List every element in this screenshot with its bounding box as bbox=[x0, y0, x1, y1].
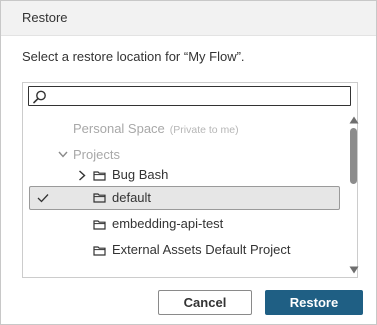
restore-dialog: Restore Select a restore location for “M… bbox=[0, 0, 377, 325]
tree-item-bug-bash[interactable]: Bug Bash bbox=[112, 163, 168, 187]
tree-item-label-default: default bbox=[112, 186, 151, 210]
folder-icon bbox=[93, 193, 106, 203]
location-tree-panel: Personal Space (Private to me) Projects B… bbox=[22, 82, 360, 278]
dialog-title: Restore bbox=[22, 10, 68, 25]
checkmark-icon bbox=[37, 194, 49, 203]
dialog-header: Restore bbox=[1, 1, 376, 36]
cancel-button[interactable]: Cancel bbox=[158, 290, 252, 315]
tree-item-label: Bug Bash bbox=[112, 167, 169, 182]
folder-icon bbox=[93, 246, 106, 256]
tree-item-embedding-api-test[interactable]: embedding-api-test bbox=[112, 212, 223, 236]
folder-icon bbox=[93, 220, 106, 230]
tree-item-label: External Assets Default Project bbox=[112, 242, 291, 257]
personal-space-label: Personal Space bbox=[73, 121, 165, 136]
scroll-down-icon[interactable] bbox=[349, 266, 359, 274]
search-input[interactable] bbox=[28, 86, 351, 106]
folder-icon bbox=[93, 171, 106, 181]
chevron-right-icon[interactable] bbox=[78, 170, 86, 181]
scroll-up-icon[interactable] bbox=[349, 116, 359, 124]
dialog-prompt: Select a restore location for “My Flow”. bbox=[22, 49, 245, 64]
search-icon bbox=[33, 90, 46, 104]
tree-item-external-assets-default-project[interactable]: External Assets Default Project bbox=[112, 238, 290, 262]
tree-item-label: embedding-api-test bbox=[112, 216, 224, 231]
chevron-down-icon[interactable] bbox=[58, 151, 68, 158]
scrollbar-thumb[interactable] bbox=[350, 128, 357, 184]
tree-item-default[interactable] bbox=[29, 186, 340, 210]
restore-button[interactable]: Restore bbox=[265, 290, 363, 315]
personal-space-hint: (Private to me) bbox=[169, 124, 239, 136]
tree-item-personal-space: Personal Space (Private to me) bbox=[73, 117, 239, 141]
tree-scrollbar[interactable] bbox=[348, 113, 360, 277]
projects-label: Projects bbox=[73, 147, 120, 162]
tree-item-label: default bbox=[112, 190, 152, 205]
